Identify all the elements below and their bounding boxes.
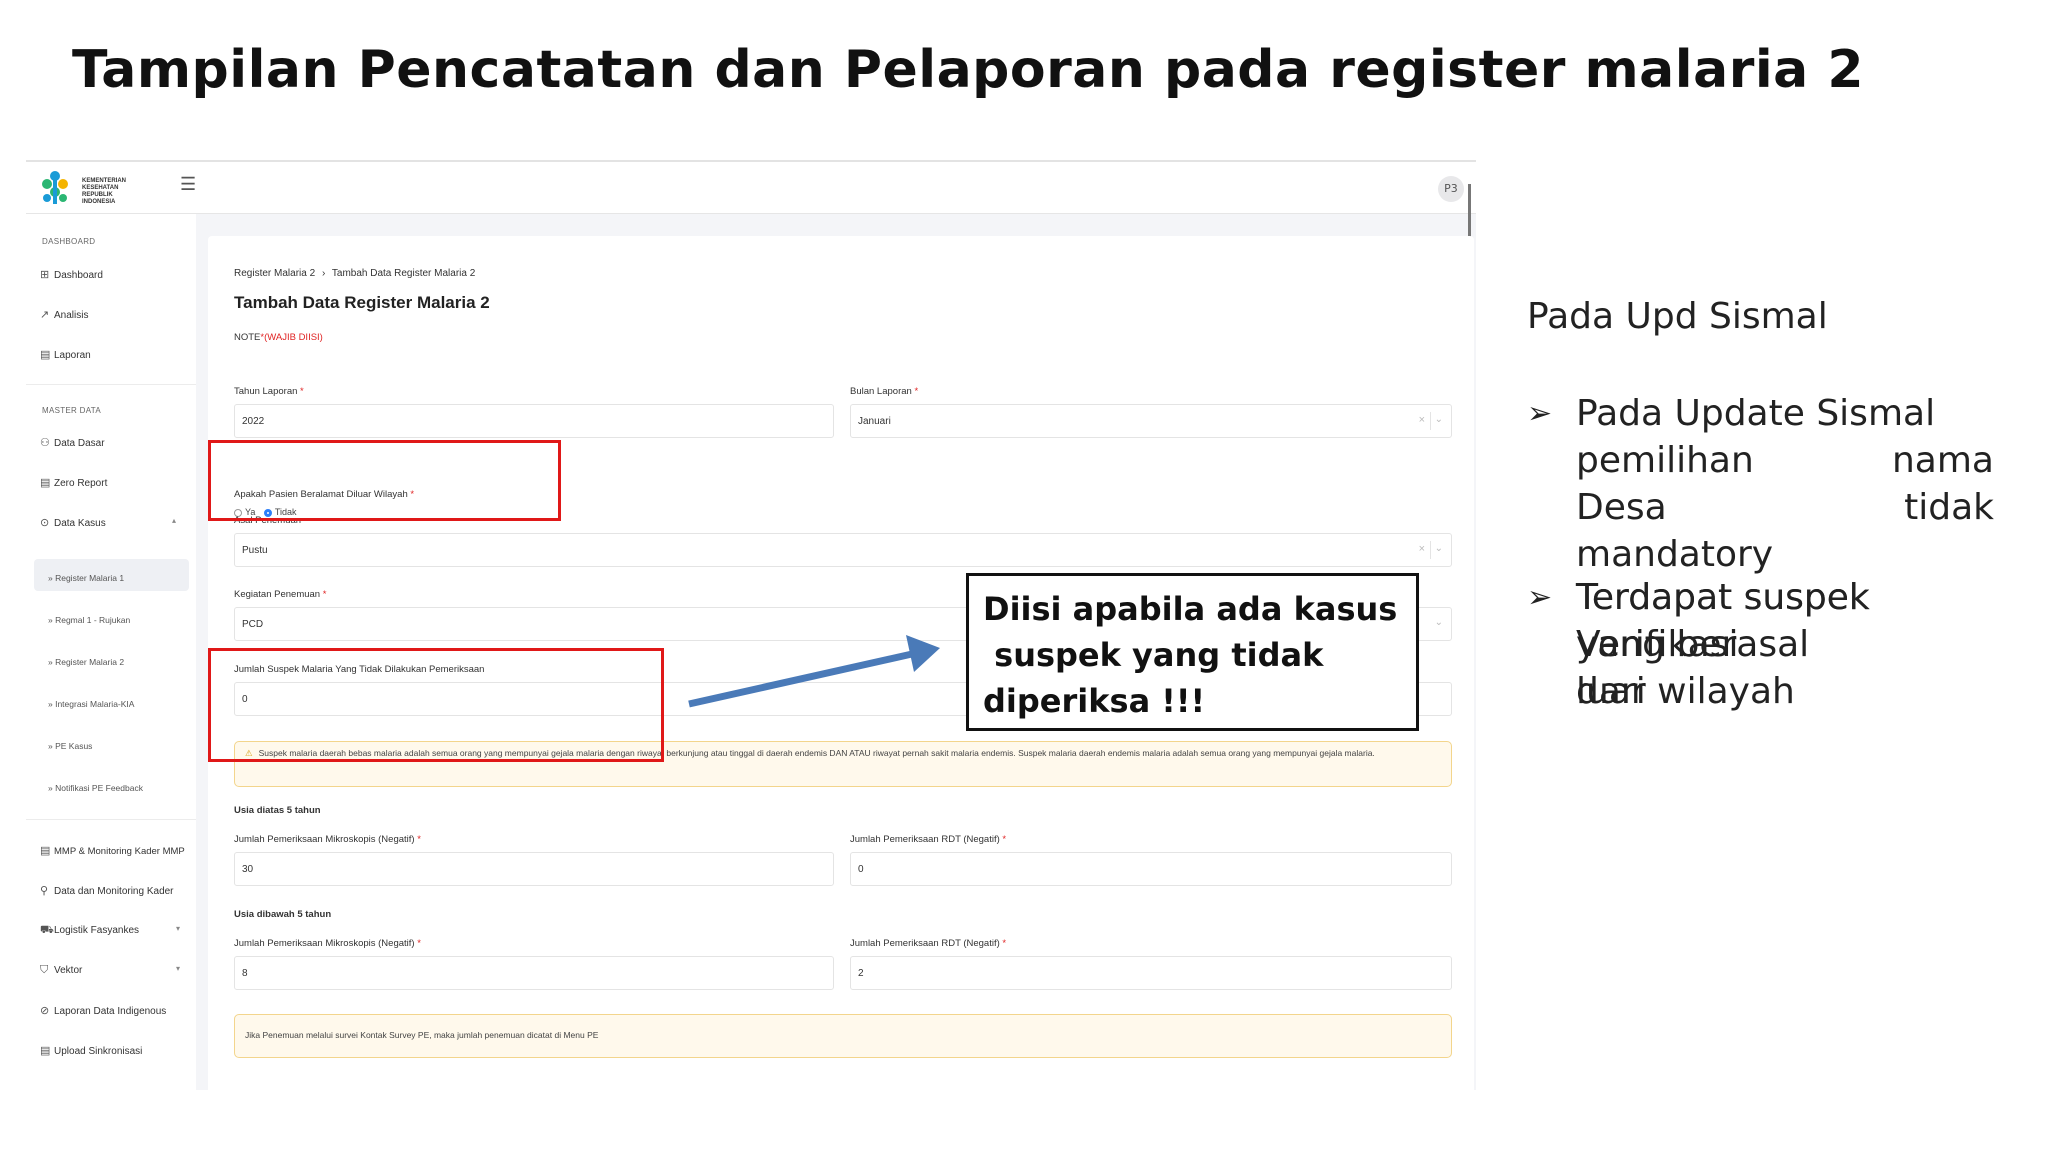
callout-line: suspek yang tidak: [983, 636, 1324, 674]
callout-line: Diisi apabila ada kasus: [983, 590, 1398, 628]
arrow-bullet-icon: ➢: [1527, 396, 1553, 431]
note-bullet-2: ➢ Terdapat suspek yang berasal dari wila…: [1527, 574, 1967, 719]
note-bullet-1: ➢ Pada Update Sismal pemilihan nama Desa t…: [1527, 390, 1994, 580]
callout-box: Diisi apabila ada kasus suspek yang tida…: [966, 573, 1419, 731]
callout-line: diperiksa !!!: [983, 682, 1206, 720]
notes-heading: Pada Upd Sismal: [1527, 296, 1828, 337]
arrow-bullet-icon: ➢: [1527, 580, 1553, 615]
